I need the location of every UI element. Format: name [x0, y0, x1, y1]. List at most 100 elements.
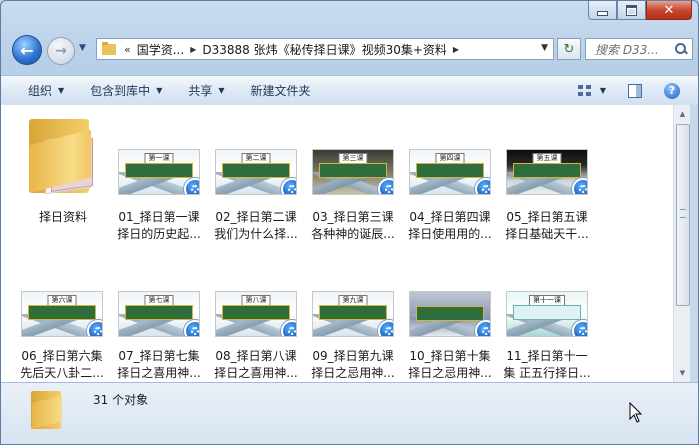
file-name-line2: 择日之忌用神...	[408, 366, 492, 380]
file-name-line2: 择日的历史起...	[117, 227, 201, 241]
video-file-item[interactable]: 第六课 06_择日第六集 先后天八卦二...	[14, 291, 110, 382]
search-icon[interactable]	[674, 42, 688, 56]
file-name: 择日资料	[38, 210, 87, 224]
breadcrumb-overflow[interactable]: «	[124, 43, 131, 56]
video-thumbnail: 第一课	[118, 149, 200, 195]
video-thumbnail: 第四课	[409, 149, 491, 195]
media-player-icon	[475, 320, 490, 336]
forward-arrow-icon: →	[55, 43, 67, 59]
scroll-up-icon[interactable]: ▲	[675, 106, 690, 122]
command-bar: 组织 ▼ 包含到库中 ▼ 共享 ▼ 新建文件夹 ▼ ?	[1, 75, 698, 106]
close-icon: ✕	[663, 2, 675, 18]
search-box[interactable]: 搜索 D33...	[585, 38, 693, 60]
search-input[interactable]: 搜索 D33...	[595, 41, 674, 58]
file-name-line1: 06_择日第六集	[21, 349, 103, 363]
media-player-icon	[378, 320, 393, 336]
maximize-button[interactable]	[617, 1, 646, 20]
file-name-line1: 10_择日第十集	[409, 349, 491, 363]
video-file-item[interactable]: 第一课 01_择日第一课 择日的历史起...	[111, 149, 207, 244]
video-file-item[interactable]: 第三课 03_择日第三课 各种神的诞辰...	[305, 149, 401, 244]
folder-icon	[102, 41, 116, 55]
organize-menu[interactable]: 组织 ▼	[28, 82, 64, 99]
media-player-icon	[378, 178, 393, 194]
media-player-icon	[184, 178, 199, 194]
media-player-icon	[87, 320, 102, 336]
chevron-down-icon: ▼	[79, 43, 86, 53]
address-bar[interactable]: « 国学资... ▶ D33888 张炜《秘传择日课》视频30集+资料 ▶ ▼	[96, 38, 554, 60]
preview-pane-icon[interactable]	[628, 83, 642, 98]
file-name-line1: 05_择日第五课	[506, 210, 588, 224]
file-name-line1: 02_择日第二课	[215, 210, 297, 224]
video-thumbnail: 第五课	[506, 149, 588, 195]
recent-pages-button[interactable]: ▼	[79, 43, 86, 53]
media-player-icon	[184, 320, 199, 336]
video-thumbnail: 第七课	[118, 291, 200, 337]
file-name-line2: 集 正五行择日...	[503, 366, 591, 380]
share-label: 共享	[188, 84, 213, 98]
video-file-item[interactable]: 第四课 04_择日第四课 择日使用用的...	[402, 149, 498, 244]
minimize-button[interactable]	[588, 1, 617, 20]
file-name-line2: 择日之忌用神...	[311, 366, 395, 380]
breadcrumb-separator-end[interactable]: ▶	[453, 45, 459, 54]
view-options-dropdown[interactable]: ▼	[600, 86, 606, 95]
file-name-line2: 择日之喜用神...	[117, 366, 201, 380]
breadcrumb-item-parent[interactable]: 国学资...	[137, 41, 184, 58]
video-thumbnail: 第六课	[21, 291, 103, 337]
folder-item[interactable]: 择日资料	[15, 109, 111, 239]
mouse-cursor-icon	[629, 402, 643, 423]
chevron-down-icon: ▼	[218, 86, 225, 95]
media-player-icon	[281, 178, 296, 194]
include-in-library-menu[interactable]: 包含到库中 ▼	[90, 82, 162, 99]
scroll-down-icon[interactable]: ▼	[675, 365, 690, 381]
forward-button[interactable]: →	[47, 37, 75, 65]
address-dropdown-icon[interactable]: ▼	[541, 43, 548, 53]
include-in-library-label: 包含到库中	[90, 84, 151, 98]
video-thumbnail: 第九课	[312, 291, 394, 337]
folder-icon	[27, 115, 97, 195]
media-player-icon	[572, 320, 587, 336]
media-player-icon	[281, 320, 296, 336]
window-border	[690, 105, 698, 382]
refresh-button[interactable]: ↻	[557, 38, 581, 60]
chevron-down-icon: ▼	[156, 86, 163, 95]
video-file-item[interactable]: 第五课 05_择日第五课 择日基础天干...	[499, 149, 595, 244]
share-menu[interactable]: 共享 ▼	[188, 82, 224, 99]
refresh-icon: ↻	[563, 41, 575, 57]
caption-buttons: ✕	[588, 1, 692, 20]
video-file-item[interactable]: 第九课 09_择日第九课 择日之忌用神...	[305, 291, 401, 382]
video-thumbnail	[409, 291, 491, 337]
change-view-icon[interactable]	[577, 84, 592, 97]
chevron-down-icon: ▼	[58, 86, 65, 95]
video-thumbnail: 第三课	[312, 149, 394, 195]
vertical-scrollbar[interactable]: ▲ ▼	[673, 105, 691, 382]
organize-label: 组织	[28, 84, 53, 98]
video-thumbnail: 第二课	[215, 149, 297, 195]
item-count: 31 个对象	[93, 393, 149, 407]
video-file-item[interactable]: 第八课 08_择日第八课 择日之喜用神...	[208, 291, 304, 382]
video-file-item[interactable]: 第十一课 11_择日第十一 集 正五行择日...	[499, 291, 595, 382]
video-file-item[interactable]: 第二课 02_择日第二课 我们为什么择...	[208, 149, 304, 244]
file-name-line2: 各种神的诞辰...	[311, 227, 395, 241]
minimize-icon	[597, 10, 608, 16]
breadcrumb-separator[interactable]: ▶	[190, 45, 196, 54]
file-name-line1: 09_择日第九课	[312, 349, 394, 363]
video-thumbnail: 第十一课	[506, 291, 588, 337]
scrollbar-thumb[interactable]	[676, 124, 690, 306]
file-name-line2: 先后天八卦二...	[20, 366, 104, 380]
explorer-window: ✕ ← → ▼ « 国学资... ▶ D33888 张炜《秘传择日课》视频30集…	[0, 0, 699, 445]
help-icon[interactable]: ?	[664, 82, 680, 99]
video-file-item[interactable]: 10_择日第十集 择日之忌用神...	[402, 291, 498, 382]
back-button[interactable]: ←	[12, 35, 42, 65]
video-thumbnail: 第八课	[215, 291, 297, 337]
media-player-icon	[572, 178, 587, 194]
breadcrumb-item-current[interactable]: D33888 张炜《秘传择日课》视频30集+资料	[202, 41, 447, 58]
video-file-item[interactable]: 第七课 07_择日第七集 择日之喜用神...	[111, 291, 207, 382]
file-name-line2: 择日使用用的...	[408, 227, 492, 241]
new-folder-button[interactable]: 新建文件夹	[251, 82, 311, 99]
file-name-line1: 11_择日第十一	[506, 349, 588, 363]
toolbar-right: ▼ ?	[577, 76, 698, 105]
back-arrow-icon: ←	[20, 40, 34, 60]
details-pane: 31 个对象	[1, 382, 698, 444]
close-button[interactable]: ✕	[646, 1, 692, 20]
media-player-icon	[475, 178, 490, 194]
